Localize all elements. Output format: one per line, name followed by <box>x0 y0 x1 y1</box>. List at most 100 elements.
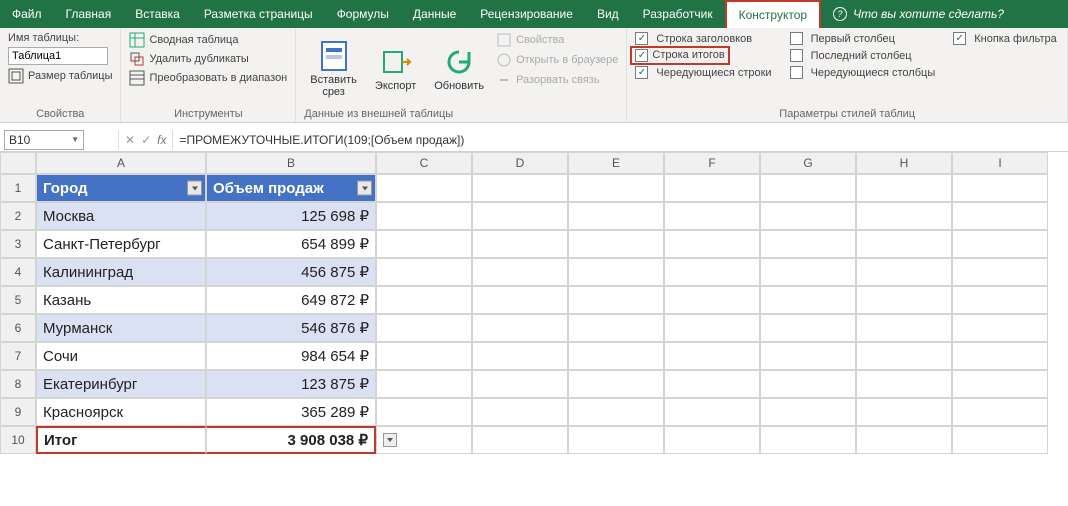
chk-last-col[interactable]: Последний столбец <box>790 49 936 62</box>
formula-bar: B10 ▼ ✕ ✓ fx =ПРОМЕЖУТОЧНЫЕ.ИТОГИ(109;[О… <box>0 128 1068 152</box>
filter-button[interactable] <box>357 181 372 196</box>
total-label[interactable]: Итог <box>36 426 206 454</box>
convert-to-range[interactable]: Преобразовать в диапазон <box>129 70 287 86</box>
col-header[interactable]: I <box>952 152 1048 174</box>
row-header[interactable]: 9 <box>0 398 36 426</box>
row-header[interactable]: 5 <box>0 286 36 314</box>
table-header-sales[interactable]: Объем продаж <box>206 174 376 202</box>
ext-properties: Свойства <box>496 32 618 48</box>
group-style-options: Строка заголовков Строка итогов Чередующ… <box>627 28 1068 122</box>
col-header[interactable]: A <box>36 152 206 174</box>
row-header[interactable]: 1 <box>0 174 36 202</box>
group-label: Данные из внешней таблицы <box>304 106 453 120</box>
table-row[interactable]: 649 872 ₽ <box>206 286 376 314</box>
table-row[interactable]: Мурманск <box>36 314 206 342</box>
refresh-button[interactable]: Обновить <box>428 32 490 106</box>
cancel-icon[interactable]: ✕ <box>125 133 135 147</box>
export-icon <box>380 46 412 78</box>
browser-icon <box>496 52 512 68</box>
chevron-down-icon[interactable]: ▼ <box>71 135 79 144</box>
duplicates-icon <box>129 51 145 67</box>
tab-design[interactable]: Конструктор <box>725 0 821 28</box>
table-row[interactable]: 456 875 ₽ <box>206 258 376 286</box>
pivot-table[interactable]: Сводная таблица <box>129 32 287 48</box>
select-all-corner[interactable] <box>0 152 36 174</box>
row-header[interactable]: 7 <box>0 342 36 370</box>
tab-formulas[interactable]: Формулы <box>325 0 401 28</box>
tab-layout[interactable]: Разметка страницы <box>192 0 325 28</box>
tab-view[interactable]: Вид <box>585 0 631 28</box>
table-row[interactable]: 546 876 ₽ <box>206 314 376 342</box>
ribbon-tabs: Файл Главная Вставка Разметка страницы Ф… <box>0 0 1068 28</box>
row-header[interactable]: 4 <box>0 258 36 286</box>
tab-developer[interactable]: Разработчик <box>631 0 725 28</box>
insert-slicer[interactable]: Вставить срез <box>304 32 363 106</box>
chk-banded-cols[interactable]: Чередующиеся столбцы <box>790 66 936 79</box>
table-header-city[interactable]: Город <box>36 174 206 202</box>
remove-duplicates[interactable]: Удалить дубликаты <box>129 51 287 67</box>
open-in-browser: Открыть в браузере <box>496 52 618 68</box>
group-label: Свойства <box>8 106 112 120</box>
tell-me-label: Что вы хотите сделать? <box>853 7 1004 21</box>
table-row[interactable]: Казань <box>36 286 206 314</box>
table-name-input[interactable] <box>8 47 108 65</box>
col-header[interactable]: B <box>206 152 376 174</box>
group-properties: Имя таблицы: Размер таблицы Свойства <box>0 28 121 122</box>
total-dropdown[interactable] <box>383 433 397 447</box>
props-icon <box>496 32 512 48</box>
chk-filter-button[interactable]: Кнопка фильтра <box>953 32 1057 45</box>
name-box[interactable]: B10 ▼ <box>4 130 84 150</box>
tab-insert[interactable]: Вставка <box>123 0 192 28</box>
tab-data[interactable]: Данные <box>401 0 468 28</box>
tab-home[interactable]: Главная <box>54 0 124 28</box>
col-header[interactable]: C <box>376 152 472 174</box>
table-row[interactable]: Сочи <box>36 342 206 370</box>
table-row[interactable]: Красноярск <box>36 398 206 426</box>
pivot-icon <box>129 32 145 48</box>
col-header[interactable]: G <box>760 152 856 174</box>
chk-header-row[interactable]: Строка заголовков <box>635 32 771 45</box>
row-header[interactable]: 10 <box>0 426 36 454</box>
table-row[interactable]: Екатеринбург <box>36 370 206 398</box>
formula-input[interactable]: =ПРОМЕЖУТОЧНЫЕ.ИТОГИ(109;[Объем продаж]) <box>173 133 1068 147</box>
slicer-icon <box>318 40 350 72</box>
table-row[interactable]: Москва <box>36 202 206 230</box>
table-row[interactable]: 365 289 ₽ <box>206 398 376 426</box>
table-row[interactable]: Санкт-Петербург <box>36 230 206 258</box>
refresh-icon <box>443 46 475 78</box>
group-tools: Сводная таблица Удалить дубликаты Преобр… <box>121 28 296 122</box>
col-header[interactable]: H <box>856 152 952 174</box>
chk-total-row[interactable]: Строка итогов <box>635 49 771 62</box>
fx-icon[interactable]: fx <box>157 133 166 147</box>
row-header[interactable]: 2 <box>0 202 36 230</box>
group-external-data: Вставить срез Экспорт Обновить Свойства … <box>296 28 627 122</box>
table-row[interactable]: 984 654 ₽ <box>206 342 376 370</box>
chk-first-col[interactable]: Первый столбец <box>790 32 936 45</box>
table-row[interactable]: Калининград <box>36 258 206 286</box>
col-header[interactable]: D <box>472 152 568 174</box>
tab-review[interactable]: Рецензирование <box>468 0 585 28</box>
total-value[interactable]: 3 908 038 ₽ <box>206 426 376 454</box>
row-header[interactable]: 8 <box>0 370 36 398</box>
enter-icon[interactable]: ✓ <box>141 133 151 147</box>
table-row[interactable]: 123 875 ₽ <box>206 370 376 398</box>
group-label: Инструменты <box>129 106 287 120</box>
table-name-label: Имя таблицы: <box>8 32 112 44</box>
row-header[interactable]: 6 <box>0 314 36 342</box>
resize-table[interactable]: Размер таблицы <box>8 68 112 84</box>
ribbon: Имя таблицы: Размер таблицы Свойства Сво… <box>0 28 1068 123</box>
col-header[interactable]: F <box>664 152 760 174</box>
filter-button[interactable] <box>187 181 202 196</box>
unlink: Разорвать связь <box>496 72 618 88</box>
table-row[interactable]: 125 698 ₽ <box>206 202 376 230</box>
chk-banded-rows[interactable]: Чередующиеся строки <box>635 66 771 79</box>
tab-file[interactable]: Файл <box>0 0 54 28</box>
unlink-icon <box>496 72 512 88</box>
col-header[interactable]: E <box>568 152 664 174</box>
tell-me[interactable]: ? Что вы хотите сделать? <box>821 0 1016 28</box>
export-button[interactable]: Экспорт <box>369 32 422 106</box>
spreadsheet-grid: A B C D E F G H I 1 Город Объем продаж 2… <box>0 152 1068 454</box>
row-header[interactable]: 3 <box>0 230 36 258</box>
resize-icon <box>8 68 24 84</box>
table-row[interactable]: 654 899 ₽ <box>206 230 376 258</box>
